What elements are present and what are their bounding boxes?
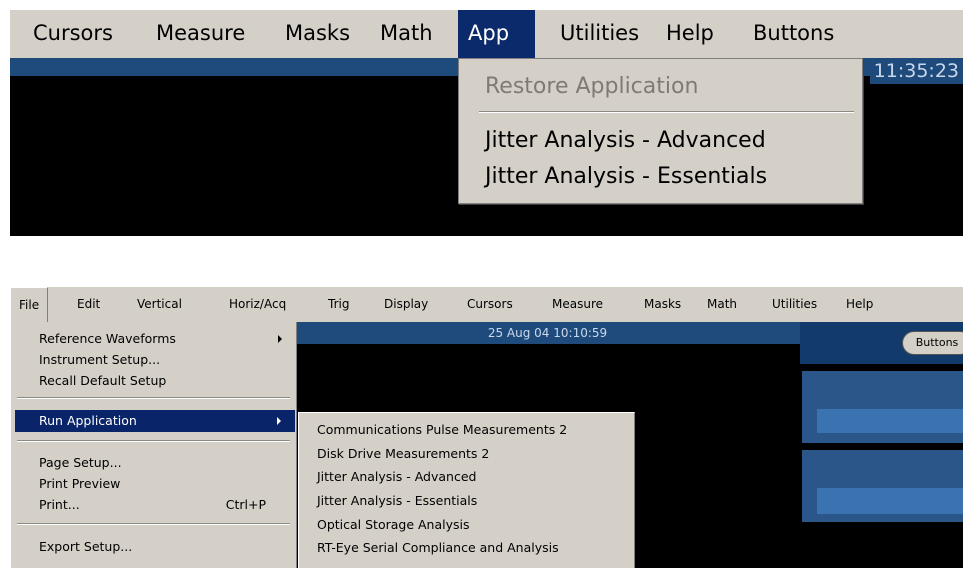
menu-help[interactable]: Help [846,287,873,322]
menu-utilities[interactable]: Utilities [550,10,649,58]
menu-masks[interactable]: Masks [644,287,681,322]
file-dropdown-menu: Reference Waveforms Instrument Setup... … [10,322,297,568]
print-preview-item[interactable]: Print Preview [11,473,296,495]
run-application-item[interactable]: Run Application [15,410,295,432]
submenu-arrow-icon [278,335,282,343]
recall-default-setup-item[interactable]: Recall Default Setup [11,370,296,392]
instrument-setup-item[interactable]: Instrument Setup... [11,349,296,371]
menu-horiz-acq[interactable]: Horiz/Acq [229,287,286,322]
menu-cursors[interactable]: Cursors [467,287,513,322]
menu-masks[interactable]: Masks [275,10,360,58]
menu-measure[interactable]: Measure [552,287,603,322]
menu-buttons[interactable]: Buttons [743,10,844,58]
menu-separator [17,397,290,399]
menu-vertical[interactable]: Vertical [137,287,182,322]
menu-item-label: Run Application [39,413,137,428]
top-menu-bar: Cursors Measure Masks Math App Utilities… [10,10,963,59]
menu-separator [17,440,290,442]
menu-separator [17,523,290,525]
print-item[interactable]: Print... Ctrl+P [11,494,296,516]
app-jitter-essentials-item[interactable]: Jitter Analysis - Essentials [299,490,634,511]
menu-app[interactable]: App [458,10,535,58]
date-time-readout: 25 Aug 04 10:10:59 [487,326,608,340]
menu-separator [479,111,854,113]
main-menu-bar: File Edit Vertical Horiz/Acq Trig Displa… [10,287,963,323]
menu-item-label: Print... [39,497,80,512]
menu-math[interactable]: Math [707,287,737,322]
menu-trig[interactable]: Trig [328,287,349,322]
readout-field-1[interactable] [817,409,963,433]
page-setup-item[interactable]: Page Setup... [11,452,296,474]
export-setup-item[interactable]: Export Setup... [11,536,296,558]
app-dropdown-menu: Restore Application Jitter Analysis - Ad… [458,58,863,204]
menu-measure[interactable]: Measure [146,10,255,58]
app-rt-eye-item[interactable]: RT-Eye Serial Compliance and Analysis [299,537,634,558]
submenu-arrow-icon [277,417,281,425]
app-jitter-advanced-item[interactable]: Jitter Analysis - Advanced [299,466,634,487]
run-application-submenu: Communications Pulse Measurements 2 Disk… [298,412,635,568]
menu-utilities[interactable]: Utilities [772,287,817,322]
menu-display[interactable]: Display [384,287,428,322]
jitter-advanced-item[interactable]: Jitter Analysis - Advanced [459,123,862,159]
menu-file[interactable]: File [10,287,49,323]
print-shortcut: Ctrl+P [225,497,266,512]
app-disk-drive-item[interactable]: Disk Drive Measurements 2 [299,443,634,464]
menu-edit[interactable]: Edit [77,287,100,322]
restore-application-item: Restore Application [485,74,699,99]
menu-cursors[interactable]: Cursors [23,10,123,58]
clock-readout: 11:35:23 [869,58,963,84]
menu-math[interactable]: Math [370,10,443,58]
menu-help[interactable]: Help [656,10,724,58]
readout-field-2[interactable] [817,488,963,514]
jitter-essentials-item[interactable]: Jitter Analysis - Essentials [459,159,862,195]
app-comm-pulse-item[interactable]: Communications Pulse Measurements 2 [299,419,634,440]
app-optical-storage-item[interactable]: Optical Storage Analysis [299,514,634,535]
reference-waveforms-item[interactable]: Reference Waveforms [11,328,296,350]
buttons-toggle-button[interactable]: Buttons [902,331,963,355]
menu-item-label: Reference Waveforms [39,331,176,346]
